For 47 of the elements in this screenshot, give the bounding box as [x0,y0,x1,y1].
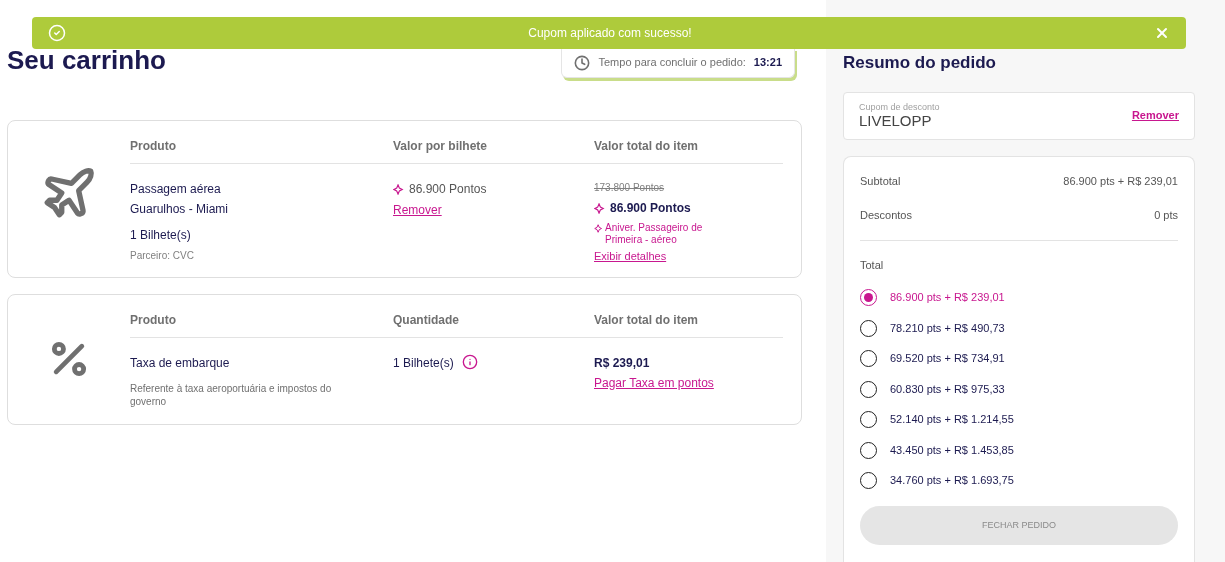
promo-label: Aniver. Passageiro de Primeira - aéreo [605,222,704,246]
discounts-value: 0 pts [1154,208,1178,223]
product-description: Referente à taxa aeroportuária e impostos do governo [130,381,333,408]
column-header: Quantidade [393,311,460,329]
points-icon [594,224,603,233]
column-header: Produto [130,138,177,155]
coupon-label: Cupom de desconto [859,101,940,112]
ticket-quantity: 1 Bilhete(s) [130,227,192,244]
points-icon [594,202,605,214]
pay-with-points-link[interactable]: Pagar Taxa em pontos [594,373,714,392]
subtotal-label: Subtotal [860,173,901,189]
payment-option[interactable]: 60.830 pts + R$ 975,33 [860,380,1178,398]
timer-label: Tempo para concluir o pedido: [598,55,746,71]
toast-message: Cupom aplicado com sucesso! [527,25,693,42]
payment-option[interactable]: 69.520 pts + R$ 734,91 [860,350,1178,367]
payment-option[interactable]: 43.450 pts + R$ 1.453,85 [860,441,1178,459]
clock-icon [574,54,591,71]
timer-value: 13:21 [753,55,782,71]
ticket-quantity: 1 Bilhete(s) [393,354,454,372]
payment-option[interactable]: 52.140 pts + R$ 1.214,55 [860,411,1178,428]
route: Guarulhos - Miami [130,201,230,218]
remove-link[interactable]: Remover [393,201,442,219]
column-header: Produto [130,311,177,329]
summary-title: Resumo do pedido [843,52,997,74]
column-header: Valor por bilhete [393,138,489,155]
unit-price: 86.900 Pontos [409,181,487,198]
payment-option[interactable]: 34.760 pts + R$ 1.693,75 [860,472,1178,489]
details-link[interactable]: Exibir detalhes [594,248,667,265]
payment-option[interactable]: 86.900 pts + R$ 239,01 [860,289,1178,306]
subtotal-value: 86.900 pts + R$ 239,01 [1063,173,1178,189]
column-header: Valor total do item [594,311,699,329]
coupon-code: LIVELOPP [859,111,933,130]
points-icon [393,183,404,195]
original-price: 173.800 Pontos [594,181,665,195]
payment-option[interactable]: 78.210 pts + R$ 490,73 [860,319,1178,337]
total-price: R$ 239,01 [594,354,650,372]
page-title: Seu carrinho [7,46,166,77]
product-name: Taxa de embarque [130,354,231,372]
check-icon [48,24,66,42]
remove-coupon-link[interactable]: Remover [1131,107,1179,124]
total-price: 86.900 Pontos [610,200,691,217]
partner: Parceiro: CVC [130,249,195,263]
info-icon[interactable] [461,353,478,370]
product-name: Passagem aérea [130,181,222,198]
discounts-label: Descontos [860,208,912,223]
column-header: Valor total do item [594,138,699,155]
total-label: Total [860,257,885,273]
